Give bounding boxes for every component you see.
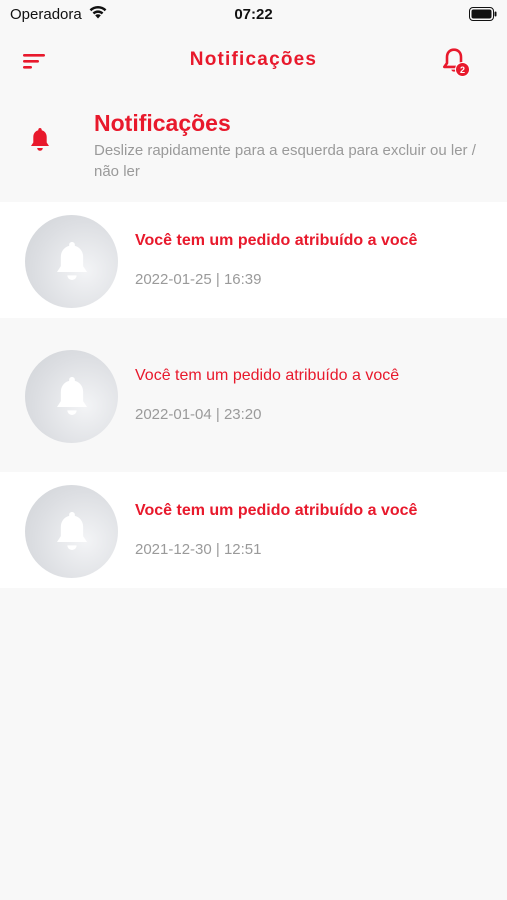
list-divider [0,453,507,472]
section-title: Notificações [94,110,231,136]
page-title: Notificações [189,49,318,70]
notification-item[interactable]: Você tem um pedido atribuído a você 2022… [0,202,507,318]
notification-title: Você tem um pedido atribuído a você [135,367,400,384]
bell-icon [56,511,87,550]
bell-icon [31,128,49,151]
notification-avatar [25,350,118,443]
list-divider [0,318,507,337]
bell-icon [56,376,87,415]
notification-avatar [25,215,118,308]
notification-date: 2022-01-25 | 16:39 [135,271,262,288]
notification-item[interactable]: Você tem um pedido atribuído a você 2022… [0,337,507,453]
notification-list: Você tem um pedido atribuído a você 2022… [0,202,507,588]
notification-count-badge: 2 [455,62,470,77]
notifications-header: Notificações Deslize rapidamente para a … [0,100,507,200]
section-hint: Deslize rapidamente para a esquerda para… [94,142,476,180]
notification-date: 2021-12-30 | 12:51 [135,541,262,558]
bell-icon [56,241,87,280]
battery-icon [469,7,497,21]
nav-bar: Notificações 2 [0,40,507,82]
notification-date: 2022-01-04 | 23:20 [135,406,262,423]
notification-title: Você tem um pedido atribuído a você [135,232,418,249]
notification-item[interactable]: Você tem um pedido atribuído a você 2021… [0,472,507,588]
notification-avatar [25,485,118,578]
status-bar: Operadora 07:22 [0,0,507,30]
clock: 07:22 [234,6,273,23]
notification-title: Você tem um pedido atribuído a você [135,502,418,519]
notifications-button[interactable]: 2 [438,44,474,80]
